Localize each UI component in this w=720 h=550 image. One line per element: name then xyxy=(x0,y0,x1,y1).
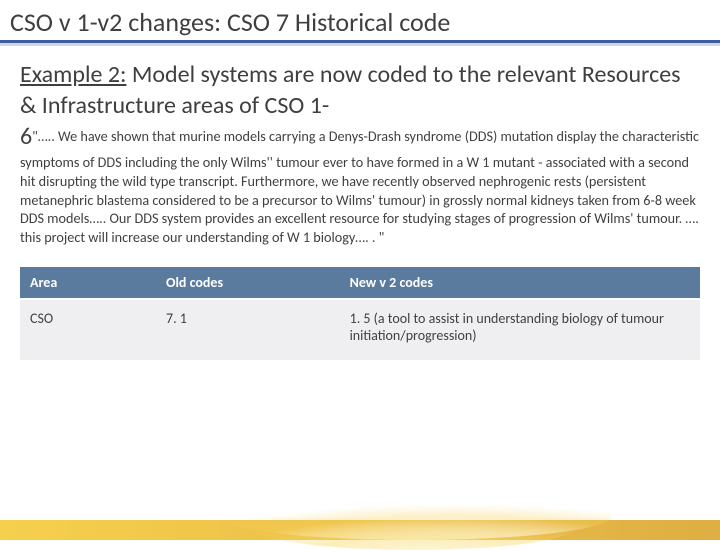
cell-old-codes: 7. 1 xyxy=(156,299,340,360)
footer-swoosh-highlight xyxy=(252,504,576,550)
codes-table-wrap: Area Old codes New v 2 codes CSO 7. 1 1.… xyxy=(20,267,700,360)
table-row: CSO 7. 1 1. 5 (a tool to assist in under… xyxy=(20,299,700,360)
cell-new-codes: 1. 5 (a tool to assist in understanding … xyxy=(340,299,700,360)
example-leading-number: 6 xyxy=(20,122,32,151)
col-header-area: Area xyxy=(20,267,156,299)
table-header-row: Area Old codes New v 2 codes xyxy=(20,267,700,299)
content-area: Example 2: Model systems are now coded t… xyxy=(0,54,720,247)
example-body-text: "….. We have shown that murine models ca… xyxy=(20,127,699,246)
footer-decoration xyxy=(0,492,720,540)
codes-table: Area Old codes New v 2 codes CSO 7. 1 1.… xyxy=(20,267,700,360)
col-header-old-codes: Old codes xyxy=(156,267,340,299)
slide-title: CSO v 1-v2 changes: CSO 7 Historical cod… xyxy=(0,0,720,43)
title-underline-shadow xyxy=(0,43,720,46)
col-header-new-codes: New v 2 codes xyxy=(340,267,700,299)
example-label: Example 2: xyxy=(20,60,126,89)
cell-area: CSO xyxy=(20,299,156,360)
example-body: 6"….. We have shown that murine models c… xyxy=(20,121,700,246)
example-heading: Example 2: Model systems are now coded t… xyxy=(20,60,700,121)
